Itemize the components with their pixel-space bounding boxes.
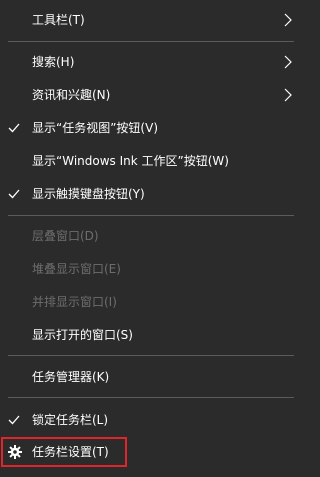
menu-item-label: 资讯和兴趣(N) [32, 88, 111, 102]
chevron-right-icon [284, 13, 292, 27]
menu-item-label: 锁定任务栏(L) [32, 413, 109, 427]
menu-item-show-ink-workspace[interactable]: 显示“Windows Ink 工作区”按钮(W) [0, 147, 302, 175]
checkmark-icon [8, 123, 20, 133]
separator [8, 397, 294, 398]
chevron-right-icon [284, 55, 292, 69]
menu-item-label: 显示“任务视图”按钮(V) [32, 121, 159, 135]
menu-item-label: 搜索(H) [32, 55, 75, 69]
menu-item-label: 显示触摸键盘按钮(Y) [32, 187, 145, 201]
menu-item-toolbars[interactable]: 工具栏(T) [0, 6, 302, 34]
separator [8, 215, 294, 216]
highlight-box [1, 437, 127, 467]
menu-item-lock-taskbar[interactable]: 锁定任务栏(L) [0, 406, 302, 434]
chevron-right-icon [284, 88, 292, 102]
menu-item-search[interactable]: 搜索(H) [0, 48, 302, 76]
separator [8, 41, 294, 42]
menu-item-label: 堆叠显示窗口(E) [32, 262, 121, 276]
menu-item-side-by-side-windows: 并排显示窗口(I) [0, 288, 302, 316]
menu-item-label: 并排显示窗口(I) [32, 295, 117, 309]
checkmark-icon [8, 415, 20, 425]
menu-item-label: 工具栏(T) [32, 13, 85, 27]
menu-item-news-interests[interactable]: 资讯和兴趣(N) [0, 81, 302, 109]
menu-item-label: 层叠窗口(D) [32, 229, 99, 243]
taskbar-context-menu: 工具栏(T) 搜索(H) 资讯和兴趣(N) 显示“任务视图”按钮(V) 显示“W… [0, 0, 302, 477]
menu-item-show-task-view[interactable]: 显示“任务视图”按钮(V) [0, 114, 302, 142]
menu-item-show-touch-keyboard[interactable]: 显示触摸键盘按钮(Y) [0, 180, 302, 208]
separator [8, 355, 294, 356]
menu-item-label: 任务管理器(K) [32, 370, 110, 384]
menu-item-cascade-windows: 层叠窗口(D) [0, 222, 302, 250]
menu-item-show-open-windows[interactable]: 显示打开的窗口(S) [0, 321, 302, 349]
menu-item-label: 显示打开的窗口(S) [32, 328, 133, 342]
menu-item-task-manager[interactable]: 任务管理器(K) [0, 363, 302, 391]
menu-item-stacked-windows: 堆叠显示窗口(E) [0, 255, 302, 283]
menu-item-label: 显示“Windows Ink 工作区”按钮(W) [32, 154, 229, 168]
checkmark-icon [8, 189, 20, 199]
